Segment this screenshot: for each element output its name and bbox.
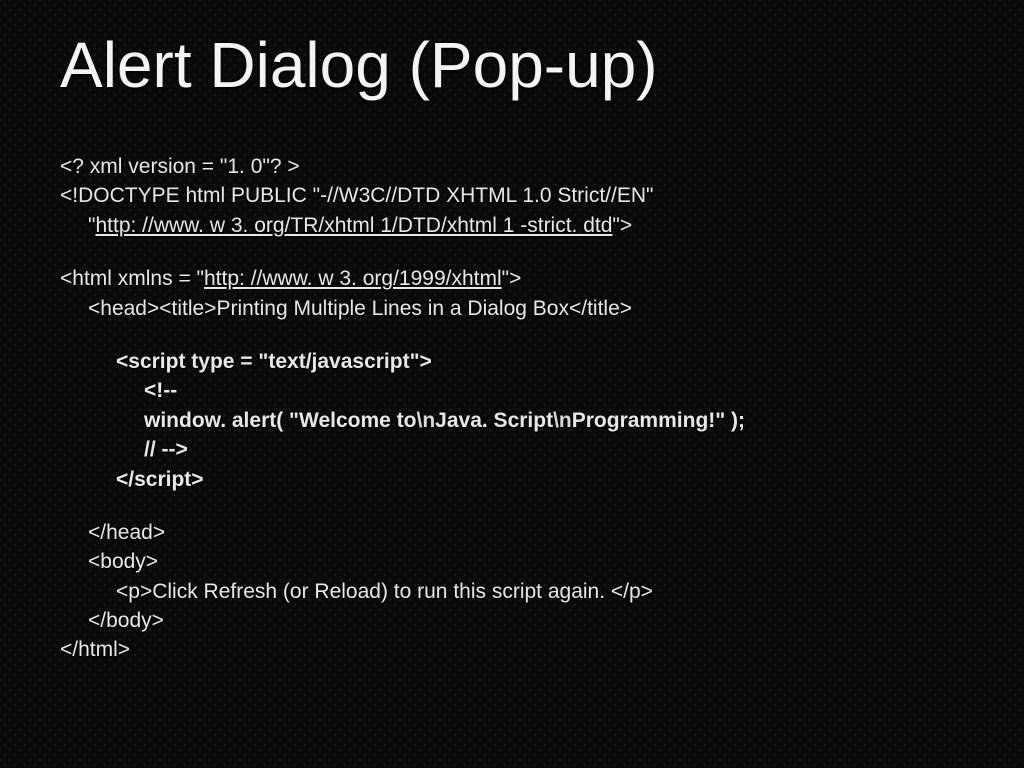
code-line: // --> <box>116 435 964 464</box>
slide-title: Alert Dialog (Pop-up) <box>60 28 964 102</box>
code-url: http: //www. w 3. org/TR/xhtml 1/DTD/xht… <box>95 214 612 237</box>
code-line: <!DOCTYPE html PUBLIC "-//W3C//DTD XHTML… <box>60 181 964 210</box>
escape-sequence: \n <box>553 409 572 432</box>
code-text: Programming!" ); <box>572 409 745 432</box>
code-block-2: <html xmlns = "http: //www. w 3. org/199… <box>60 264 964 323</box>
code-line: </head> <box>88 518 964 547</box>
code-line: <head><title>Printing Multiple Lines in … <box>60 294 964 323</box>
code-line: </script> <box>116 465 964 494</box>
code-line: window. alert( "Welcome to\nJava. Script… <box>116 406 964 435</box>
code-block-4: </head> <body> <p>Click Refresh (or Relo… <box>60 518 964 665</box>
code-url: http: //www. w 3. org/1999/xhtml <box>204 267 502 290</box>
code-line: "http: //www. w 3. org/TR/xhtml 1/DTD/xh… <box>60 211 964 240</box>
code-line: <p>Click Refresh (or Reload) to run this… <box>88 577 964 606</box>
code-line: <? xml version = "1. 0"? > <box>60 152 964 181</box>
code-line: <body> <box>88 547 964 576</box>
code-text: Java. Script <box>435 409 553 432</box>
escape-sequence: \n <box>417 409 436 432</box>
code-text: <html xmlns = " <box>60 267 204 290</box>
code-line: <html xmlns = "http: //www. w 3. org/199… <box>60 264 964 293</box>
code-block-1: <? xml version = "1. 0"? > <!DOCTYPE htm… <box>60 152 964 240</box>
code-text: "> <box>612 214 632 237</box>
code-line: </body> <box>88 606 964 635</box>
code-line: <!-- <box>116 376 964 405</box>
code-text: window. alert( "Welcome to <box>144 409 417 432</box>
code-line: </html> <box>60 635 964 664</box>
code-block-3: <script type = "text/javascript"> <!-- w… <box>60 347 964 494</box>
code-text: "> <box>502 267 522 290</box>
code-line: <script type = "text/javascript"> <box>116 347 964 376</box>
